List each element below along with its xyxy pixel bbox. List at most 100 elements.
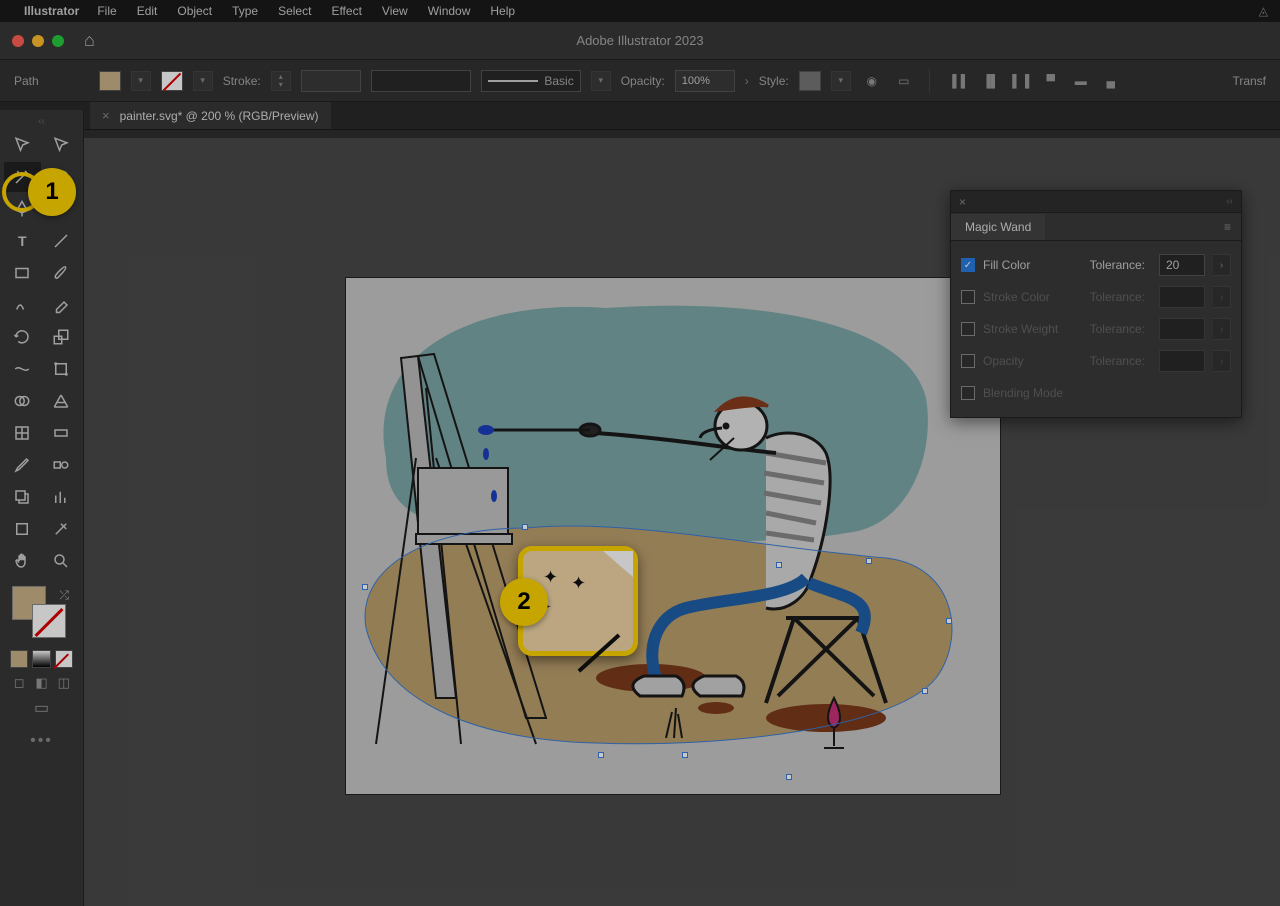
checkbox-fill-color[interactable]: ✓ [961,258,975,272]
stroke-weight-stepper[interactable]: ▴▾ [271,71,291,91]
align-left-icon[interactable]: ▌▌ [950,70,972,92]
transform-link[interactable]: Transf [1232,74,1266,88]
tolerance-input-stroke-weight [1159,318,1205,340]
menu-help[interactable]: Help [490,4,515,18]
opacity-value[interactable]: 100% [675,70,735,92]
zoom-tool[interactable] [43,546,80,576]
recolor-icon[interactable]: ◉ [861,70,883,92]
align-vcenter-icon[interactable]: ▬ [1070,70,1092,92]
selection-handle[interactable] [776,562,782,568]
fill-dropdown[interactable]: ▾ [131,71,151,91]
maximize-button[interactable] [52,35,64,47]
stroke-color-chip[interactable] [32,604,66,638]
align-top-icon[interactable]: ▀ [1040,70,1062,92]
menu-view[interactable]: View [382,4,408,18]
checkbox-stroke-weight[interactable] [961,322,975,336]
selection-tool[interactable] [4,130,41,160]
menu-type[interactable]: Type [232,4,258,18]
selection-handle[interactable] [946,618,952,624]
eyedropper-tool[interactable] [4,450,41,480]
checkbox-stroke-color[interactable] [961,290,975,304]
edit-toolbar-icon[interactable]: ••• [4,732,79,750]
symbol-sprayer-tool[interactable] [4,482,41,512]
minimize-button[interactable] [32,35,44,47]
stroke-swatch[interactable] [161,71,183,91]
rotate-tool[interactable] [4,322,41,352]
menu-window[interactable]: Window [428,4,471,18]
line-tool[interactable] [43,226,80,256]
close-panel-icon[interactable]: × [959,195,966,209]
vsp-select[interactable] [371,70,471,92]
stroke-label: Stroke: [223,74,261,88]
selection-handle[interactable] [866,558,872,564]
blend-tool[interactable] [43,450,80,480]
app-name[interactable]: Illustrator [24,4,79,18]
menu-edit[interactable]: Edit [137,4,158,18]
perspective-tool[interactable] [43,386,80,416]
menu-effect[interactable]: Effect [331,4,361,18]
collapse-panel-icon[interactable]: ‹‹ [1226,196,1233,207]
free-transform-tool[interactable] [43,354,80,384]
scale-tool[interactable] [43,322,80,352]
screen-mode-icon[interactable]: ▭ [4,698,79,718]
align-hcenter-icon[interactable]: ▐▌ [980,70,1002,92]
mesh-tool[interactable] [4,418,41,448]
checkbox-blending-mode[interactable] [961,386,975,400]
hand-tool[interactable] [4,546,41,576]
draw-behind-icon[interactable]: ◧ [32,674,50,692]
brush-dropdown[interactable]: ▾ [591,71,611,91]
label-stroke-color: Stroke Color [983,290,1082,304]
align-bottom-icon[interactable]: ▄ [1100,70,1122,92]
solid-color-mode[interactable] [10,650,28,668]
align-right-icon[interactable]: ▌▐ [1010,70,1032,92]
tolerance-input-fill[interactable] [1159,254,1205,276]
doc-setup-icon[interactable]: ▭ [893,70,915,92]
rectangle-tool[interactable] [4,258,41,288]
artboard-tool[interactable] [4,514,41,544]
none-mode[interactable] [55,650,73,668]
selection-handle[interactable] [786,774,792,780]
paintbrush-tool[interactable] [43,258,80,288]
brush-preview[interactable]: Basic [481,70,581,92]
selection-handle[interactable] [682,752,688,758]
width-tool[interactable] [4,354,41,384]
stroke-dropdown[interactable]: ▾ [193,71,213,91]
selection-handle[interactable] [522,524,528,530]
gradient-mode[interactable] [32,650,50,668]
draw-inside-icon[interactable]: ◫ [55,674,73,692]
document-tab[interactable]: × painter.svg* @ 200 % (RGB/Preview) [90,102,331,129]
close-button[interactable] [12,35,24,47]
panel-tab-magic-wand[interactable]: Magic Wand [951,214,1045,240]
app-titlebar: ⌂ Adobe Illustrator 2023 [0,22,1280,60]
style-dropdown[interactable]: ▾ [831,71,851,91]
selection-handle[interactable] [598,752,604,758]
swap-colors-icon[interactable]: ⤮ [59,588,69,603]
stroke-weight-select[interactable] [301,70,361,92]
eraser-tool[interactable] [43,290,80,320]
canvas-area[interactable]: × ‹‹ Magic Wand ≡ ✓ Fill Color Tolerance… [84,138,1280,906]
close-tab-icon[interactable]: × [102,108,110,123]
menu-object[interactable]: Object [177,4,212,18]
selection-handle[interactable] [362,584,368,590]
panel-titlebar[interactable]: × ‹‹ [951,191,1241,213]
draw-normal-icon[interactable]: ◻ [10,674,28,692]
selection-handle[interactable] [922,688,928,694]
artboard[interactable] [346,278,1000,794]
gradient-tool[interactable] [43,418,80,448]
graph-tool[interactable] [43,482,80,512]
shaper-tool[interactable] [4,290,41,320]
home-icon[interactable]: ⌂ [84,30,95,51]
style-swatch[interactable] [799,71,821,91]
shape-builder-tool[interactable] [4,386,41,416]
slice-tool[interactable] [43,514,80,544]
menu-select[interactable]: Select [278,4,311,18]
panel-menu-icon[interactable]: ≡ [1214,220,1241,234]
checkbox-opacity[interactable] [961,354,975,368]
fill-swatch[interactable] [99,71,121,91]
opacity-expand-icon[interactable]: › [745,74,749,88]
tolerance-expand-icon[interactable]: › [1213,254,1231,276]
direct-selection-tool[interactable] [43,130,80,160]
menu-file[interactable]: File [97,4,116,18]
type-tool[interactable]: T [4,226,41,256]
collapse-tools-icon[interactable]: ‹‹ [4,116,79,130]
